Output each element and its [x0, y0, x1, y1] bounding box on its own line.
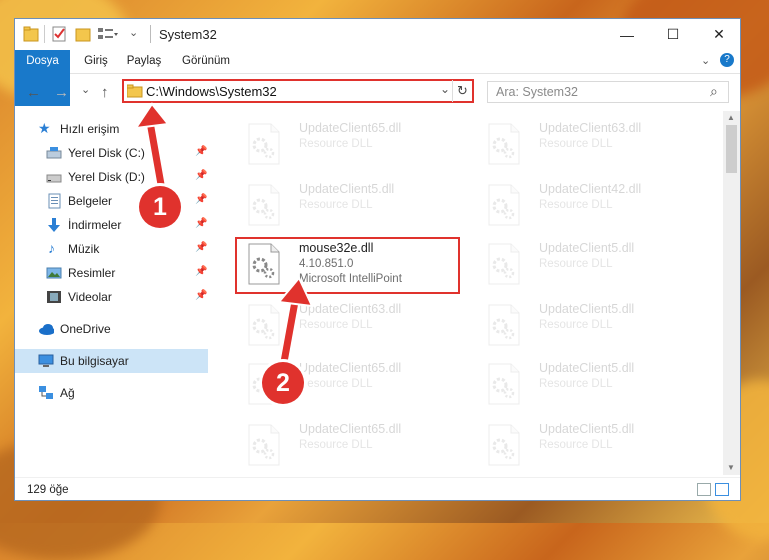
annotation-arrows	[133, 102, 314, 366]
step-2-badge: 2	[262, 362, 304, 404]
step-1-badge: 1	[139, 186, 181, 228]
